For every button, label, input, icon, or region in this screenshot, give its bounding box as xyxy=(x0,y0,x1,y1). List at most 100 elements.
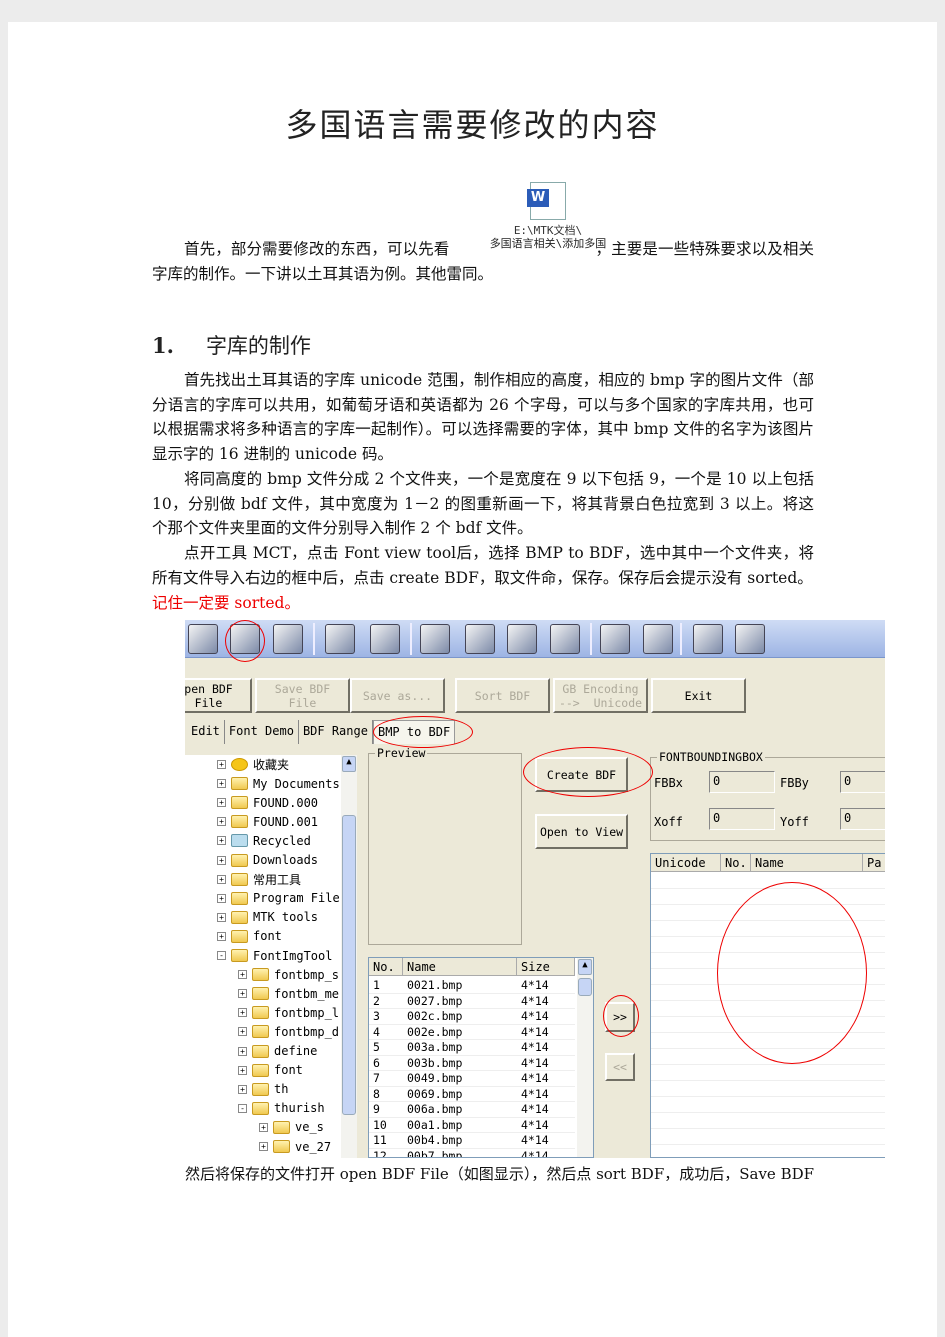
expand-icon[interactable]: + xyxy=(217,760,226,769)
fbbx-input[interactable]: 0 xyxy=(709,771,775,793)
tab-edit[interactable]: Edit xyxy=(185,720,225,744)
expand-icon[interactable]: + xyxy=(217,817,226,827)
table-row[interactable]: 5 003a.bmp 4*14 xyxy=(369,1040,575,1056)
column-header[interactable]: Size xyxy=(517,958,575,976)
table-row[interactable]: 11 00b4.bmp 4*14 xyxy=(369,1133,575,1149)
file-list[interactable]: No. Name Size 1 0021.bmp 4*14 2 0027.bmp 4*14 3 00… xyxy=(368,957,594,1158)
toolbar-button[interactable]: Save as... xyxy=(350,678,445,713)
open-to-view-button[interactable]: Open to View xyxy=(535,814,628,849)
expand-icon[interactable]: + xyxy=(217,931,226,941)
fbby-input[interactable]: 0 xyxy=(840,771,885,793)
table-row[interactable]: 4 002e.bmp 4*14 xyxy=(369,1025,575,1040)
toolbar-tool-icon[interactable] xyxy=(693,624,723,654)
scroll-up-icon[interactable]: ▲ xyxy=(342,756,356,772)
toolbar-tool-icon[interactable] xyxy=(420,624,450,654)
expand-icon[interactable]: + xyxy=(259,1142,268,1151)
expand-icon[interactable]: + xyxy=(238,1046,247,1056)
table-row[interactable]: 12 00b7.bmp 4*14 xyxy=(369,1149,575,1158)
toolbar-tool-icon[interactable] xyxy=(188,624,218,654)
toolbar-tool-icon[interactable] xyxy=(600,624,630,654)
tree-item[interactable]: + font xyxy=(238,1061,303,1080)
table-row[interactable]: 7 0049.bmp 4*14 xyxy=(369,1071,575,1087)
expand-icon[interactable]: + xyxy=(217,779,226,789)
table-row[interactable]: 3 002c.bmp 4*14 xyxy=(369,1009,575,1025)
tree-item[interactable]: + fontbmp_s xyxy=(238,965,339,984)
table-row[interactable]: 2 0027.bmp 4*14 xyxy=(369,994,575,1009)
expand-icon[interactable]: + xyxy=(217,836,226,846)
tree-scrollbar[interactable]: ▲ xyxy=(341,755,357,1158)
tree-item[interactable]: + ve_s xyxy=(259,1118,324,1137)
toolbar-tool-icon[interactable] xyxy=(735,624,765,654)
expand-icon[interactable]: + xyxy=(217,912,226,922)
table-cell: 4*14 xyxy=(521,1071,549,1085)
tree-item[interactable]: + Recycled xyxy=(217,831,311,850)
column-header[interactable]: Unicode xyxy=(651,854,721,872)
toolbar-button[interactable]: pen BDF File xyxy=(185,678,252,713)
tree-item[interactable]: + 收藏夹 xyxy=(217,755,289,774)
expand-icon[interactable]: + xyxy=(238,1065,247,1075)
tree-item[interactable]: + fontbmp_d xyxy=(238,1022,339,1041)
expand-icon[interactable]: + xyxy=(238,1008,247,1018)
column-header[interactable]: Name xyxy=(403,958,517,976)
table-row[interactable]: 6 003b.bmp 4*14 xyxy=(369,1056,575,1071)
scroll-up-icon[interactable]: ▲ xyxy=(578,959,592,975)
table-row[interactable]: 1 0021.bmp 4*14 xyxy=(369,978,575,994)
expand-icon[interactable]: + xyxy=(238,1084,247,1094)
tree-item[interactable]: + Program File xyxy=(217,889,340,908)
tree-item[interactable]: + font xyxy=(217,927,282,946)
tree-item[interactable]: + 常用工具 xyxy=(217,870,301,889)
tree-item[interactable]: + fontbm_me xyxy=(238,984,339,1003)
tab-bdf-range[interactable]: BDF Range xyxy=(299,720,373,744)
toolbar-button[interactable]: Sort BDF xyxy=(455,678,550,713)
yoff-input[interactable]: 0 xyxy=(840,808,885,830)
toolbar-tool-icon[interactable] xyxy=(507,624,537,654)
expand-icon[interactable]: + xyxy=(217,874,226,884)
tree-item[interactable]: + th xyxy=(238,1080,288,1099)
expand-icon[interactable]: + xyxy=(217,855,226,865)
expand-icon[interactable]: + xyxy=(259,1122,268,1132)
scroll-thumb[interactable] xyxy=(578,978,592,996)
toolbar-tool-icon[interactable] xyxy=(643,624,673,654)
tree-item[interactable]: + define xyxy=(238,1042,317,1061)
toolbar-tool-icon[interactable] xyxy=(550,624,580,654)
expand-icon[interactable]: + xyxy=(217,893,226,903)
tree-item[interactable]: + FOUND.000 xyxy=(217,793,318,812)
file-list-scrollbar[interactable]: ▲ xyxy=(577,958,593,1157)
collapse-icon[interactable]: - xyxy=(217,951,226,960)
toolbar-button[interactable]: Exit xyxy=(651,678,746,713)
expand-icon[interactable]: + xyxy=(217,798,226,808)
tab-font-demo[interactable]: Font Demo xyxy=(225,720,299,744)
xoff-input[interactable]: 0 xyxy=(709,808,775,830)
expand-icon[interactable]: + xyxy=(238,1027,247,1037)
table-row[interactable]: 8 0069.bmp 4*14 xyxy=(369,1087,575,1102)
folder-icon xyxy=(252,1063,269,1077)
expand-icon[interactable]: + xyxy=(238,970,247,980)
tree-item[interactable]: + Downloads xyxy=(217,851,318,870)
folder-tree[interactable]: + 收藏夹 + My Documents + FOUND.000 + FOUND.001 + Re… xyxy=(185,755,357,1158)
column-header[interactable]: No. xyxy=(721,854,751,872)
tree-item[interactable]: + My Documents xyxy=(217,774,340,793)
toolbar-tool-icon[interactable] xyxy=(325,624,355,654)
column-header[interactable]: Name xyxy=(751,854,863,872)
toolbar-button[interactable]: GB Encoding --> Unicode xyxy=(553,678,648,713)
tree-item[interactable]: + MTK tools xyxy=(217,908,318,927)
toolbar-tool-icon[interactable] xyxy=(370,624,400,654)
tree-item[interactable]: + fontbmp_l xyxy=(238,1003,339,1022)
collapse-icon[interactable]: - xyxy=(238,1103,247,1113)
toolbar xyxy=(185,620,885,658)
tree-item[interactable]: + FOUND.001 xyxy=(217,812,318,831)
scroll-thumb[interactable] xyxy=(342,815,356,1115)
column-header[interactable]: No. xyxy=(369,958,403,976)
column-header[interactable]: Pa xyxy=(863,854,885,872)
table-row[interactable]: 10 00a1.bmp 4*14 xyxy=(369,1117,575,1133)
tree-item[interactable]: - FontImgTool xyxy=(217,946,332,965)
remove-files-button[interactable]: << xyxy=(605,1053,635,1081)
table-row[interactable]: 9 006a.bmp 4*14 xyxy=(369,1102,575,1118)
table-cell: 10 xyxy=(373,1117,387,1132)
tree-item[interactable]: + ve_27 xyxy=(259,1137,331,1156)
expand-icon[interactable]: + xyxy=(238,989,247,999)
toolbar-button[interactable]: Save BDF File xyxy=(255,678,350,713)
toolbar-tool-icon[interactable] xyxy=(273,624,303,654)
tree-item[interactable]: - thurish xyxy=(238,1099,325,1118)
toolbar-tool-icon[interactable] xyxy=(465,624,495,654)
